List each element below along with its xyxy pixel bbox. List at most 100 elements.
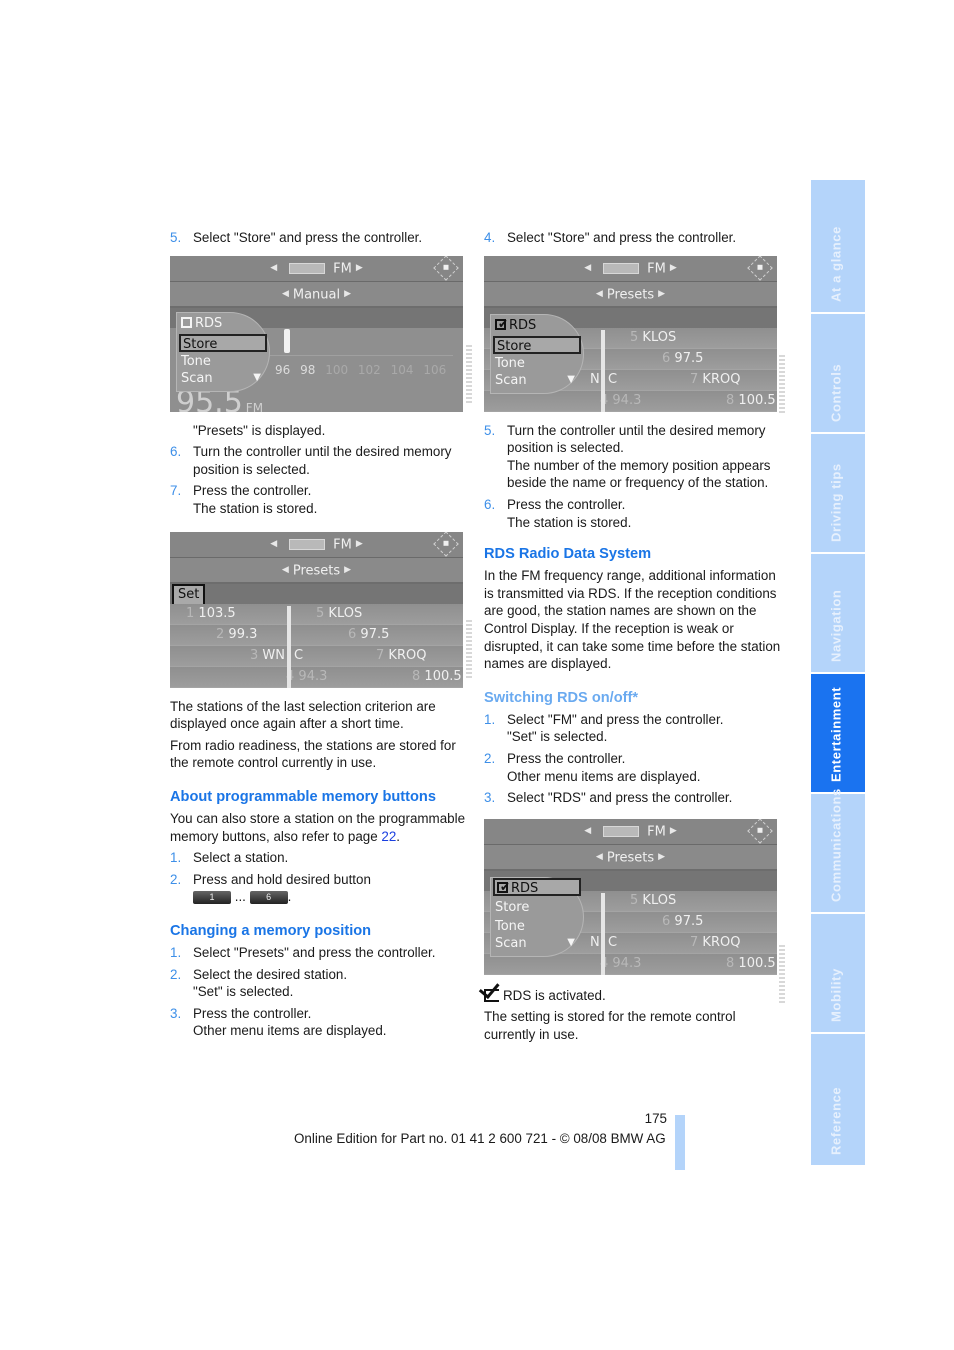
preset-name: WN <box>262 647 286 663</box>
preset-number: 8 <box>412 668 421 684</box>
tab-reference[interactable]: Reference <box>811 1034 865 1165</box>
frequency-scale-line <box>270 354 453 356</box>
menu-item-tone[interactable]: Tone <box>181 353 211 371</box>
step-number: 2. <box>484 750 496 766</box>
step-number: 4. <box>484 230 496 245</box>
step-item: 5. Turn the controller until the desired… <box>484 422 784 492</box>
column-divider <box>601 329 605 412</box>
preset-number: 5 <box>316 605 325 621</box>
tab-entertainment[interactable]: Entertainment <box>811 674 865 792</box>
preset-row[interactable]: 1 103.5 5 KLOS <box>170 603 463 625</box>
step-result: The number of the memory position appear… <box>507 457 771 491</box>
section-heading: RDS Radio Data System <box>484 546 652 563</box>
step-item: 4. Select "Store" and press the controll… <box>484 229 784 247</box>
band-bar: ◀ FM ▶ <box>170 255 463 282</box>
step-text: Press the controller. <box>507 750 626 766</box>
set-button[interactable]: Set <box>172 583 206 606</box>
step-result: The station is stored. <box>507 514 632 530</box>
preset-name: 103.5 <box>198 605 236 621</box>
menu-item-label: RDS <box>509 317 537 333</box>
popup-menu: RDS Store Tone Scan ▼ <box>176 311 270 392</box>
step-text: Turn the controller until the desired me… <box>507 422 766 456</box>
punctuation: . <box>287 889 292 905</box>
preset-number: 8 <box>726 955 735 971</box>
step-result: "Set" is selected. <box>507 729 608 745</box>
chapter-tabs: At a glance Controls Driving tips Naviga… <box>811 180 865 1167</box>
tab-label: Entertainment <box>828 686 844 782</box>
step-text: Select "RDS" and press the controller. <box>507 790 733 806</box>
cassette-icon <box>603 262 640 274</box>
menu-item-label: Store <box>495 899 530 915</box>
edition-notice: Online Edition for Part no. 01 41 2 600 … <box>294 1131 666 1146</box>
page-link[interactable]: 22 <box>381 829 396 844</box>
preset-name: N <box>590 371 600 387</box>
menu-item-store[interactable]: Store <box>179 333 267 352</box>
menu-item-store[interactable]: Store <box>495 899 529 917</box>
preset-name: KLOS <box>642 892 677 908</box>
tab-controls[interactable]: Controls <box>811 314 865 432</box>
step-result: "Set" is selected. <box>193 984 294 1000</box>
step-item: 6. Press the controller. The station is … <box>484 496 784 531</box>
preset-row[interactable]: 3 WN C 7 KROQ <box>170 645 463 667</box>
band-label: FM <box>333 536 352 552</box>
menu-item-rds[interactable]: RDS <box>495 315 537 335</box>
tab-mobility[interactable]: Mobility <box>811 914 865 1032</box>
menu-item-scan[interactable]: Scan <box>495 372 527 390</box>
section-heading: About programmable memory buttons <box>170 788 436 805</box>
arrow-right-icon: ▶ <box>344 564 352 575</box>
tab-label: Mobility <box>828 968 844 1022</box>
menu-item-label: Store <box>497 338 532 354</box>
tab-communications[interactable]: Communications <box>811 788 865 912</box>
step-number: 1. <box>484 711 496 727</box>
paragraph: The stations of the last selection crite… <box>170 698 436 732</box>
preset-name: 97.5 <box>674 350 704 366</box>
arrow-left-icon: ◀ <box>281 288 289 299</box>
paragraph: The setting is stored for the remote con… <box>484 1009 736 1042</box>
step-text: Turn the controller until the desired me… <box>193 444 452 477</box>
step-number: 2. <box>170 871 182 887</box>
tab-navigation[interactable]: Navigation <box>811 554 865 672</box>
band-label: FM <box>333 260 352 276</box>
menu-item-store[interactable]: Store <box>493 335 581 354</box>
arrow-left-icon: ◀ <box>270 538 278 549</box>
menu-item-rds[interactable]: RDS <box>181 315 222 333</box>
menu-item-scan[interactable]: Scan <box>181 370 213 388</box>
memory-button-6-icon: 6 <box>249 891 288 905</box>
preset-name: C <box>608 371 618 387</box>
step-item: 3. Press the controller. Other menu item… <box>170 1005 470 1040</box>
step-number: 3. <box>484 790 496 806</box>
screen-manual-store: ◀ FM ▶ ◀ Manual ▶ 96 98 100 102 104 106 95.5… <box>170 255 463 412</box>
step-item: 2. Press the controller. Other menu item… <box>484 750 784 785</box>
frequency-unit: FM <box>245 401 264 412</box>
tab-driving-tips[interactable]: Driving tips <box>811 434 865 552</box>
tab-at-a-glance[interactable]: At a glance <box>811 180 865 312</box>
mode-label: Presets <box>606 286 655 302</box>
preset-row[interactable]: 2 99.3 6 97.5 <box>170 624 463 646</box>
step-number: 6. <box>484 496 496 512</box>
preset-row[interactable]: 4 94.3 8 100.5 <box>484 390 777 412</box>
step-text: Select "Store" and press the controller. <box>507 230 737 245</box>
preset-name: 99.3 <box>228 626 258 642</box>
menu-item-tone[interactable]: Tone <box>495 918 525 936</box>
band-strip <box>170 583 463 604</box>
preset-row[interactable]: 4 94.3 8 100.5 <box>484 953 777 975</box>
arrow-left-icon: ◀ <box>270 262 278 273</box>
preset-number: 5 <box>630 329 639 345</box>
menu-item-tone[interactable]: Tone <box>495 355 525 373</box>
step-number: 5. <box>484 422 496 438</box>
menu-item-rds[interactable]: RDS <box>493 877 581 896</box>
preset-row[interactable]: 4 94.3 8 100.5 <box>170 666 463 688</box>
menu-item-scan[interactable]: Scan <box>495 935 527 953</box>
step-number: 1. <box>170 944 182 960</box>
band-bar: ◀ FM ▶ <box>484 255 777 282</box>
step-item: 2. Select the desired station. "Set" is … <box>170 966 470 1001</box>
tuning-marker <box>284 328 290 353</box>
arrow-right-icon: ▶ <box>355 262 363 273</box>
preset-number: 5 <box>630 892 639 908</box>
step-item: 5. Select "Store" and press the controll… <box>170 229 470 247</box>
preset-name: 94.3 <box>298 668 328 684</box>
step-text: Select "Presets" and press the controlle… <box>193 944 436 960</box>
arrow-left-icon: ◀ <box>595 288 603 299</box>
step-text: Select the desired station. <box>193 966 348 982</box>
cassette-icon <box>289 538 326 550</box>
